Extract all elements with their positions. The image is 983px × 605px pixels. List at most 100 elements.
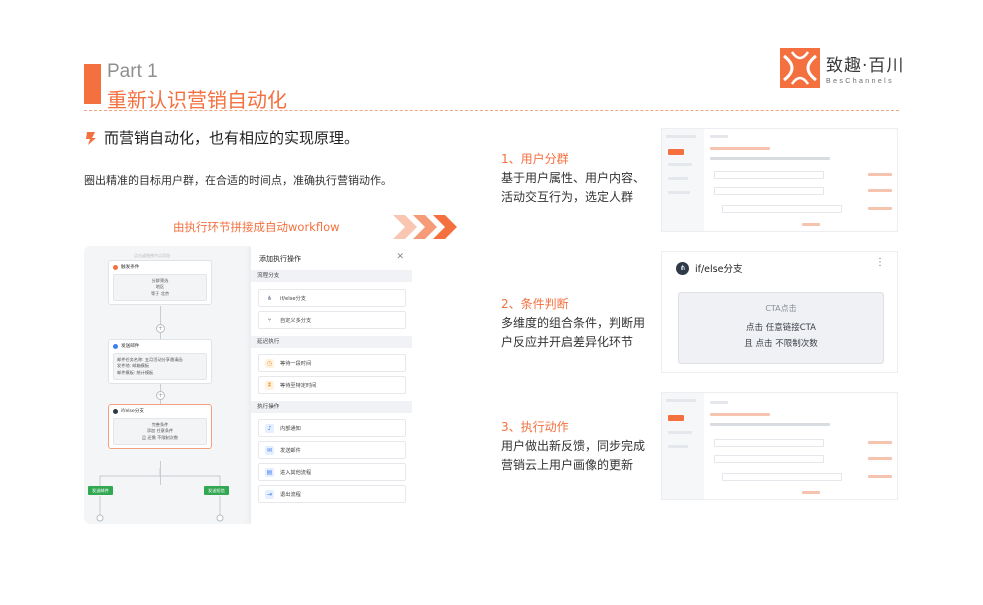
exit-flow-icon: ⇥: [265, 489, 274, 499]
mail-icon: ✉: [265, 445, 274, 455]
workflow-screenshot: 点击或拖拽节点添加 触发条件 分群筛选 地区 等于 北京 + 发送邮件 邮件任务…: [84, 246, 412, 524]
branch-send-sms[interactable]: 发送短信: [204, 486, 229, 495]
mini-bar: [710, 401, 728, 404]
step-1-line: 基于用户属性、用户内容、: [501, 171, 646, 185]
send-email-node[interactable]: 发送邮件 邮件任务名称: 五月活动分享邀请函 发件地: 邮箱模板 邮件模板: 统…: [108, 339, 212, 384]
part-label: Part 1: [107, 61, 158, 82]
mini-bar: [710, 413, 770, 416]
logo-english: BesChannels: [826, 78, 895, 85]
ifelse-card-header: ⋔ if/else分支: [676, 261, 742, 275]
brand-logo: 致趣·百川 BesChannels: [780, 48, 904, 88]
option-send-email[interactable]: ✉ 发送邮件: [258, 441, 406, 459]
operation-panel-title: 添加执行操作: [259, 255, 301, 263]
header-divider: [84, 110, 899, 111]
mini-box: [714, 171, 824, 179]
email-node-body: 邮件任务名称: 五月活动分享邀请函 发件地: 邮箱模板 邮件模板: 统计模板: [113, 353, 207, 380]
bell-icon: ♪: [265, 423, 274, 433]
action-screenshot: [661, 392, 898, 500]
mini-bar: [868, 189, 892, 192]
mini-bar: [668, 191, 690, 194]
option-wait-duration[interactable]: ◷ 等待一段时间: [258, 354, 406, 372]
option-label: 进入其他流程: [280, 469, 312, 476]
enter-flow-icon: ▤: [265, 467, 274, 477]
intro-headline-text: 而营销自动化，也有相应的实现原理。: [104, 129, 360, 147]
branch-lines: [96, 468, 224, 522]
option-wait-until[interactable]: ⧗ 等待至特定时间: [258, 376, 406, 394]
ifelse-card: ⋔ if/else分支 ⋮ CTA点击 点击 任意链接CTA 且 点击 不限制次…: [661, 251, 898, 373]
mini-bar: [868, 475, 892, 478]
mini-bar: [868, 441, 892, 444]
more-vertical-icon[interactable]: ⋮: [875, 257, 885, 268]
ifelse-card-line2: 点击 任意链接CTA: [746, 323, 816, 333]
step-2-line: 户反应并开启差异化环节: [501, 335, 634, 349]
ifelse-node-title: if/else分支: [121, 409, 144, 414]
mini-bar: [668, 431, 692, 434]
mini-sidebar: [662, 129, 704, 231]
option-label: 退出流程: [280, 491, 301, 498]
mini-bar: [668, 177, 688, 180]
mini-box: [722, 473, 842, 481]
mini-box: [722, 205, 842, 213]
mini-bar: [802, 223, 820, 226]
title-accent-bar: [84, 64, 101, 104]
mini-bar: [710, 135, 728, 138]
mini-bar: [710, 157, 830, 160]
section-actions: 执行操作: [251, 401, 412, 413]
timer-icon: ◷: [265, 358, 274, 368]
mini-bar: [868, 457, 892, 460]
option-enter-flow[interactable]: ▤ 进入其他流程: [258, 463, 406, 481]
email-line: 邮件模板: 统计模板: [117, 369, 154, 375]
mini-button: [668, 415, 684, 421]
page-title: 重新认识营销自动化: [107, 88, 287, 112]
mini-bar: [802, 491, 820, 494]
ifelse-line: 且 还需 不限制次数: [141, 434, 179, 440]
step-3-line: 营销云上用户画像的更新: [501, 458, 634, 472]
bulb-icon: [86, 131, 96, 145]
trigger-node-title: 触发条件: [121, 265, 140, 270]
trigger-line: 等于 北京: [150, 290, 170, 296]
ifelse-card-body: CTA点击 点击 任意链接CTA 且 点击 不限制次数: [678, 292, 884, 364]
branch-icon: ⋔: [676, 261, 689, 275]
trigger-node[interactable]: 触发条件 分群筛选 地区 等于 北京: [108, 260, 212, 305]
ifelse-card-line3: 且 点击 不限制次数: [744, 339, 818, 349]
trigger-node-body: 分群筛选 地区 等于 北京: [113, 274, 207, 301]
mini-box: [714, 187, 824, 195]
option-internal-notice[interactable]: ♪ 内部通知: [258, 419, 406, 437]
ifelse-node[interactable]: if/else分支 完善条件 添加 任意条件 且 还需 不限制次数: [108, 404, 212, 449]
step-3-title: 3、执行动作: [501, 420, 569, 434]
option-ifelse-branch[interactable]: ⋔ if/else分支: [258, 289, 406, 307]
option-label: 自定义多分支: [280, 317, 312, 324]
mini-bar: [868, 207, 892, 210]
option-label: 等待一段时间: [280, 360, 312, 367]
segmentation-screenshot: [661, 128, 898, 232]
option-label: 内部通知: [280, 425, 301, 432]
step-1-title: 1、用户分群: [501, 152, 569, 166]
add-node-button[interactable]: +: [156, 391, 165, 400]
logo-name: 致趣·百川: [826, 56, 905, 76]
add-operation-panel: 添加执行操作 ✕ 流程分支 ⋔ if/else分支 ⑂ 自定义多分支 延迟执行 …: [250, 246, 412, 524]
mini-bar: [868, 173, 892, 176]
branch-dot-icon: [113, 408, 118, 414]
close-icon[interactable]: ✕: [396, 252, 404, 262]
option-exit-flow[interactable]: ⇥ 退出流程: [258, 485, 406, 503]
canvas-hint: 点击或拖拽节点添加: [134, 253, 170, 258]
workflow-label: 由执行环节拼接成自动workflow: [173, 220, 340, 234]
mini-bar: [710, 147, 770, 150]
branch-send-email[interactable]: 发送邮件: [88, 486, 113, 495]
mini-box: [714, 455, 824, 463]
ifelse-card-line1: CTA点击: [765, 304, 797, 313]
mini-bar: [668, 445, 688, 448]
email-dot-icon: [113, 343, 118, 349]
section-delay: 延迟执行: [251, 336, 412, 348]
option-label: 等待至特定时间: [280, 382, 317, 389]
option-multi-branch[interactable]: ⑂ 自定义多分支: [258, 311, 406, 329]
ifelse-card-title: if/else分支: [695, 264, 743, 275]
mini-button: [668, 149, 684, 155]
intro-headline: 而营销自动化，也有相应的实现原理。: [84, 127, 359, 148]
arrow-chevrons-icon: [393, 215, 457, 239]
step-2-line: 多维度的组合条件，判断用: [501, 316, 646, 330]
multi-branch-icon: ⑂: [267, 316, 272, 324]
add-node-button[interactable]: +: [156, 324, 165, 333]
step-3-text: 用户做出新反馈，同步完成 营销云上用户画像的更新: [501, 437, 645, 475]
ifelse-node-body: 完善条件 添加 任意条件 且 还需 不限制次数: [113, 418, 207, 445]
